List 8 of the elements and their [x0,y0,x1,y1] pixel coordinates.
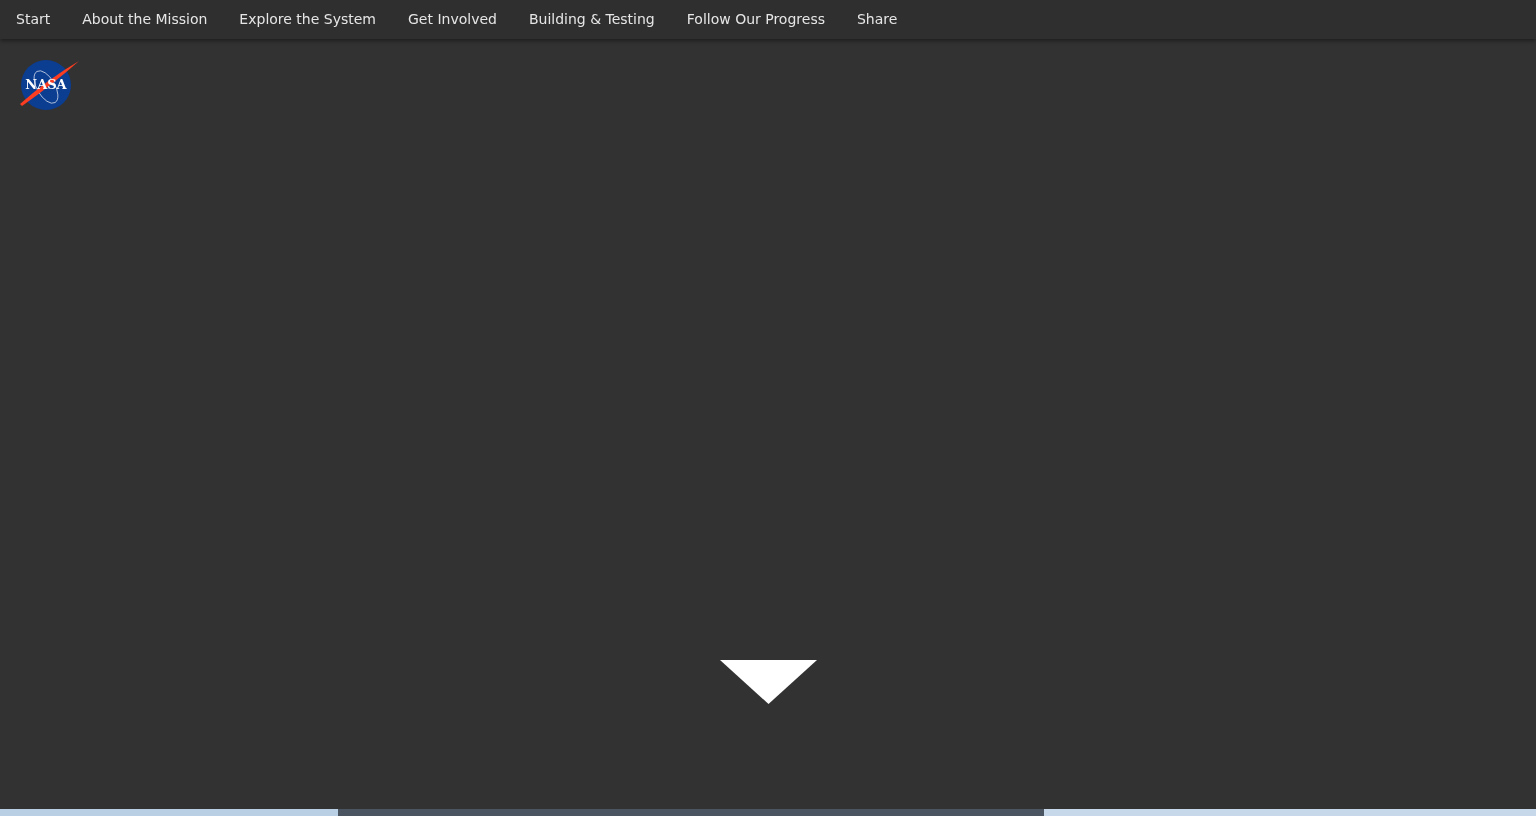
nav-link[interactable]: Get Involved [408,9,497,30]
nav-link[interactable]: Building & Testing [528,9,655,30]
nav-link[interactable]: Explore the System [239,9,376,30]
nav-link[interactable]: Share [857,9,898,30]
nav-link[interactable]: About the Mission [82,9,208,30]
down-arrow-icon[interactable] [720,660,817,704]
nav-link[interactable]: Follow Our Progress [686,9,825,30]
nav-link[interactable]: Start [16,9,51,30]
